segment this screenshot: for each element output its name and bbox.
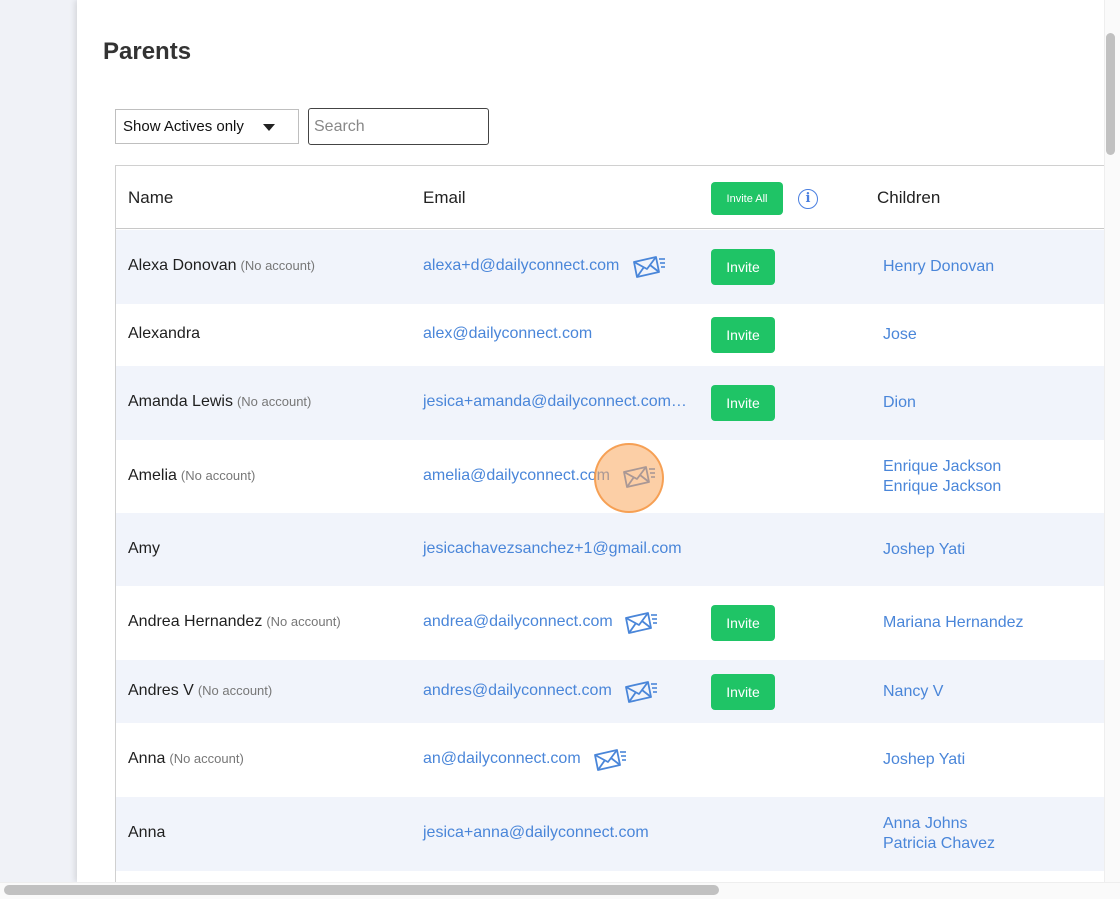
children-list: Henry Donovan [883,257,994,277]
invite-button[interactable]: Invite [711,605,775,641]
parent-name-text: Andrea Hernandez [128,613,263,630]
invite-button[interactable]: Invite [711,317,775,353]
parent-name-text: Anna [128,750,166,767]
invite-all-button[interactable]: Invite All [711,182,783,215]
table-row: Anna jesica+anna@dailyconnect.com Anna Joh… [116,797,1104,871]
account-status: (No account) [180,467,256,483]
table-row: Andrea Hernandez (No account) andrea@daily… [116,586,1104,660]
send-email-icon[interactable] [624,679,658,705]
parent-name: Amy [128,540,160,558]
invite-button[interactable]: Invite [711,673,775,710]
parent-email-link[interactable]: jesica+amanda@dailyconnect.com… [423,393,687,411]
account-status: (No account) [240,258,315,273]
child-link[interactable]: Joshep Yati [883,750,965,770]
parent-email-link[interactable]: an@dailyconnect.com [423,750,581,768]
parent-email-link[interactable]: andrea@dailyconnect.com [423,613,613,631]
parent-email-link[interactable]: jesica+anna@dailyconnect.com [423,824,649,842]
parent-name-text: Alexa Donovan [128,257,237,274]
table-row: Amy jesicachavezsanchez+1@gmail.com Joshep… [116,513,1104,586]
parent-email-link[interactable]: amelia@dailyconnect.com [423,467,610,485]
parent-name-text: Amelia [128,466,177,484]
account-status: (No account) [236,394,312,409]
table-row: Alexa Donovan (No account) alexa+d@dailyco… [116,230,1104,304]
child-link[interactable]: Mariana Hernandez [883,613,1024,633]
child-link[interactable]: Joshep Yati [883,540,965,560]
parent-name: Anna [128,824,165,842]
child-link[interactable]: Enrique Jackson [883,477,1001,497]
chevron-down-icon [263,124,275,131]
parent-email-link[interactable]: alexa+d@dailyconnect.com [423,257,619,275]
children-list: Enrique Jackson Enrique Jackson [883,457,1001,497]
parent-name: Andres V (No account) [128,682,272,700]
children-list: Mariana Hernandez [883,613,1024,633]
parent-name: Alexa Donovan (No account) [128,257,315,275]
table-row: Anna (No account) an@dailyconnect.com Joshe… [116,723,1104,797]
send-email-icon[interactable] [624,610,658,636]
table-header: Name Email Invite All i Children [116,166,1104,229]
parent-email-link[interactable]: jesicachavezsanchez+1@gmail.com [423,540,682,558]
column-header-email: Email [423,188,466,207]
account-status: (No account) [169,751,244,766]
child-link[interactable]: Jose [883,325,917,345]
column-header-children: Children [877,188,941,207]
parent-email-link[interactable]: andres@dailyconnect.com [423,682,612,700]
table-row: Alexandra alex@dailyconnect.com Invite Jose [116,304,1104,366]
status-filter-select[interactable]: Show Actives only [115,109,299,144]
info-icon[interactable]: i [798,189,818,209]
parents-table: Name Email Invite All i Children Alexa D… [115,165,1104,882]
table-row: Amelia (No account) amelia@dailyconnect.co… [116,440,1104,513]
parent-name-text: Amanda Lewis [128,393,233,410]
parent-email-link[interactable]: alex@dailyconnect.com [423,325,592,343]
send-email-icon[interactable] [622,464,656,490]
parent-name-text: Andres V [128,681,194,699]
invite-button[interactable]: Invite [711,385,775,421]
account-status: (No account) [266,614,341,629]
parent-name: Andrea Hernandez (No account) [128,613,341,631]
invite-button[interactable]: Invite [711,249,775,285]
horizontal-scrollbar-thumb[interactable] [4,885,719,895]
parent-name-text: Alexandra [128,325,201,342]
children-list: Joshep Yati [883,540,965,560]
search-input[interactable] [308,108,489,145]
table-row: Andres V (No account) andres@dailyconnect.… [116,660,1104,723]
children-list: Jose [883,325,917,345]
child-link[interactable]: Patricia Chavez [883,834,995,854]
parents-panel: Parents Show Actives only Name Email Inv… [77,0,1104,882]
parent-name-text: Amy [128,539,160,557]
child-link[interactable]: Henry Donovan [883,257,994,277]
child-link[interactable]: Dion [883,393,916,413]
children-list: Nancy V [883,682,943,702]
children-list: Dion [883,393,916,413]
table-row: Amanda Lewis (No account) jesica+amanda@da… [116,366,1104,440]
status-filter-value: Show Actives only [123,118,244,135]
column-header-name: Name [128,188,174,207]
parent-name: Anna (No account) [128,750,244,768]
vertical-scrollbar-thumb[interactable] [1106,33,1115,155]
child-link[interactable]: Enrique Jackson [883,457,1001,477]
children-list: Joshep Yati [883,750,965,770]
parent-name-text: Anna [128,824,166,841]
page-title: Parents [103,38,192,65]
parent-name: Amelia (No account) [128,467,255,485]
send-email-icon[interactable] [593,747,627,773]
parent-name: Alexandra [128,325,200,343]
send-email-icon[interactable] [632,254,666,280]
child-link[interactable]: Anna Johns [883,814,995,834]
children-list: Anna Johns Patricia Chavez [883,814,995,854]
parent-name: Amanda Lewis (No account) [128,393,311,411]
child-link[interactable]: Nancy V [883,682,943,702]
account-status: (No account) [197,682,273,698]
